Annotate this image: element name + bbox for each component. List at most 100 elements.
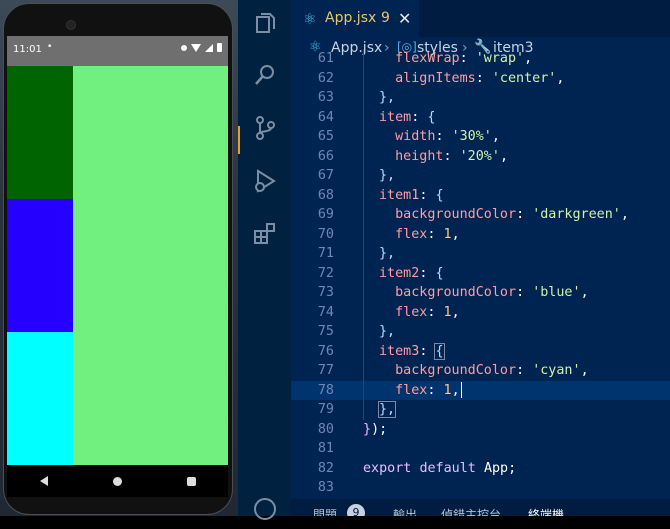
code-line[interactable]: 68 item1: { — [291, 185, 670, 205]
code-line[interactable]: 66 height: '20%', — [291, 146, 670, 166]
code-token: { — [435, 187, 444, 203]
indent-guide — [363, 322, 364, 342]
code-editor: ⚛ App.jsx 9 ✕ ⚛ App.jsx › [◎] styles › 🔧… — [291, 0, 670, 516]
status-notification-dot: • — [47, 42, 53, 52]
recents-icon[interactable] — [186, 476, 196, 486]
panel-tab-output[interactable]: 輸出 — [393, 506, 417, 516]
code-line[interactable]: 69 backgroundColor: 'darkgreen', — [291, 205, 670, 225]
gear-icon — [181, 44, 187, 51]
code-line[interactable]: 67}, — [291, 166, 670, 186]
code-token: , — [451, 304, 460, 320]
code-line[interactable]: 77 backgroundColor: 'cyan', — [291, 361, 670, 381]
code-line[interactable]: 78 flex: 1, — [291, 380, 670, 401]
indent-guide — [363, 283, 364, 303]
code-token: : — [427, 382, 444, 398]
code-token: item3 — [379, 343, 420, 359]
close-icon[interactable]: ✕ — [398, 9, 411, 28]
code-text: }, — [379, 244, 395, 264]
panel-tab-debug-console[interactable]: 偵錯主控台 — [441, 506, 501, 516]
code-text: export default App; — [363, 459, 516, 479]
tab-strip: ⚛ App.jsx 9 ✕ — [291, 0, 670, 37]
code-area[interactable]: 61 flexWrap: 'wrap', 62 alignItems: 'cent… — [291, 49, 670, 499]
explorer-icon[interactable] — [252, 10, 278, 36]
search-icon[interactable] — [252, 62, 278, 88]
code-line[interactable]: 80}); — [291, 420, 670, 440]
code-token: : — [475, 70, 492, 86]
code-token: 'cyan' — [532, 363, 581, 378]
code-token: 'center' — [491, 70, 557, 86]
code-token: : — [411, 109, 428, 125]
tab-title: App.jsx — [325, 10, 377, 26]
account-icon[interactable] — [252, 496, 278, 522]
indent-guide — [363, 400, 364, 420]
line-number: 81 — [317, 441, 334, 456]
code-line[interactable]: 70 flex: 1, — [291, 224, 670, 245]
run-debug-icon[interactable] — [252, 168, 278, 194]
indent-guide — [363, 380, 364, 400]
indent-guide — [363, 127, 364, 147]
line-number: 70 — [317, 226, 334, 242]
panel-tab-problems[interactable]: 問題 — [313, 506, 337, 516]
wifi-icon — [191, 43, 201, 52]
code-line[interactable]: 62 alignItems: 'center', — [291, 68, 670, 88]
line-number: 75 — [317, 324, 334, 339]
item1-box — [7, 66, 73, 199]
code-line[interactable]: 81 — [291, 439, 670, 459]
line-number: 80 — [317, 421, 334, 437]
code-line[interactable]: 79}, — [291, 400, 670, 420]
text-cursor — [460, 381, 463, 398]
extensions-icon[interactable] — [252, 220, 278, 246]
indent-guide — [363, 88, 364, 108]
code-token: 1 — [443, 382, 452, 398]
code-token: App; — [483, 460, 517, 476]
code-line[interactable]: 61 flexWrap: 'wrap', — [291, 49, 670, 69]
code-text: flex: 1, — [379, 381, 463, 401]
code-token: , — [451, 226, 460, 242]
code-line[interactable]: 83 — [291, 478, 670, 498]
indent-guide — [363, 68, 364, 88]
code-token: : — [443, 148, 460, 164]
code-line[interactable]: 74 flex: 1, — [291, 302, 670, 322]
panel-tab-terminal[interactable]: 終端機 — [528, 506, 564, 516]
code-token: flexWrap — [395, 51, 460, 66]
home-icon[interactable] — [112, 476, 122, 486]
code-line[interactable]: 63}, — [291, 88, 670, 108]
code-token: ); — [371, 421, 388, 437]
code-line[interactable]: 76 item3: { — [291, 341, 670, 361]
battery-icon — [217, 43, 222, 52]
code-line[interactable]: 73 backgroundColor: 'blue', — [291, 283, 670, 303]
code-token: alignItems — [395, 70, 476, 86]
phone-screen[interactable]: 11:01 • — [7, 36, 228, 465]
code-token: , — [499, 148, 508, 164]
code-token: width — [395, 129, 436, 144]
source-control-icon[interactable] — [252, 115, 278, 141]
code-line[interactable]: 72 item2: { — [291, 263, 670, 283]
indent-guide — [363, 49, 364, 69]
tab-app-jsx[interactable]: ⚛ App.jsx 9 ✕ — [291, 0, 419, 37]
code-line[interactable]: 82 export default App; — [291, 459, 670, 479]
code-token: , — [524, 51, 533, 66]
code-text: flex: 1, — [379, 225, 460, 245]
code-text: }); — [363, 420, 387, 440]
code-text: backgroundColor: 'cyan', — [379, 361, 589, 381]
code-line[interactable]: 75}, — [291, 322, 670, 342]
line-number: 78 — [317, 382, 334, 398]
code-line[interactable]: 65 width: '30%', — [291, 127, 670, 147]
code-line[interactable]: 64 item: { — [291, 107, 670, 127]
indent-guide — [363, 302, 364, 322]
code-token: : — [427, 304, 444, 320]
code-text: }, — [379, 322, 395, 342]
indent-guide — [363, 341, 364, 361]
code-line[interactable]: 71}, — [291, 244, 670, 264]
back-icon[interactable] — [39, 476, 48, 486]
code-token: : — [516, 207, 533, 222]
code-token: : — [435, 129, 452, 144]
line-number: 71 — [317, 246, 334, 261]
code-token: : — [459, 51, 476, 66]
